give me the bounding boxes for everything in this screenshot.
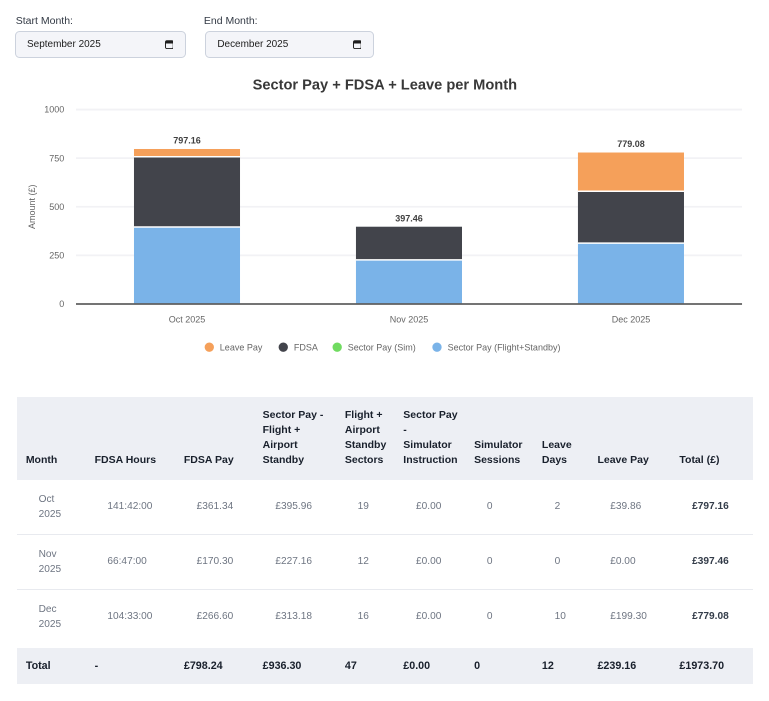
- svg-text:Oct 2025: Oct 2025: [169, 314, 206, 324]
- svg-text:250: 250: [49, 251, 64, 261]
- svg-text:Nov 2025: Nov 2025: [390, 314, 429, 324]
- svg-text:Dec 2025: Dec 2025: [612, 314, 651, 324]
- svg-text:750: 750: [49, 153, 64, 163]
- svg-text:FDSA: FDSA: [294, 342, 318, 352]
- svg-text:500: 500: [49, 202, 64, 212]
- svg-text:Amount (£): Amount (£): [27, 184, 37, 229]
- svg-text:779.08: 779.08: [617, 139, 645, 149]
- svg-text:Sector Pay + FDSA + Leave per: Sector Pay + FDSA + Leave per Month: [253, 77, 517, 93]
- svg-text:Leave Pay: Leave Pay: [220, 342, 263, 352]
- svg-text:Sector Pay (Flight+Standby): Sector Pay (Flight+Standby): [448, 342, 561, 352]
- svg-text:0: 0: [59, 299, 64, 309]
- svg-text:797.16: 797.16: [173, 136, 201, 146]
- svg-text:1000: 1000: [44, 105, 64, 115]
- svg-text:397.46: 397.46: [395, 213, 423, 223]
- svg-text:Sector Pay (Sim): Sector Pay (Sim): [348, 342, 416, 352]
